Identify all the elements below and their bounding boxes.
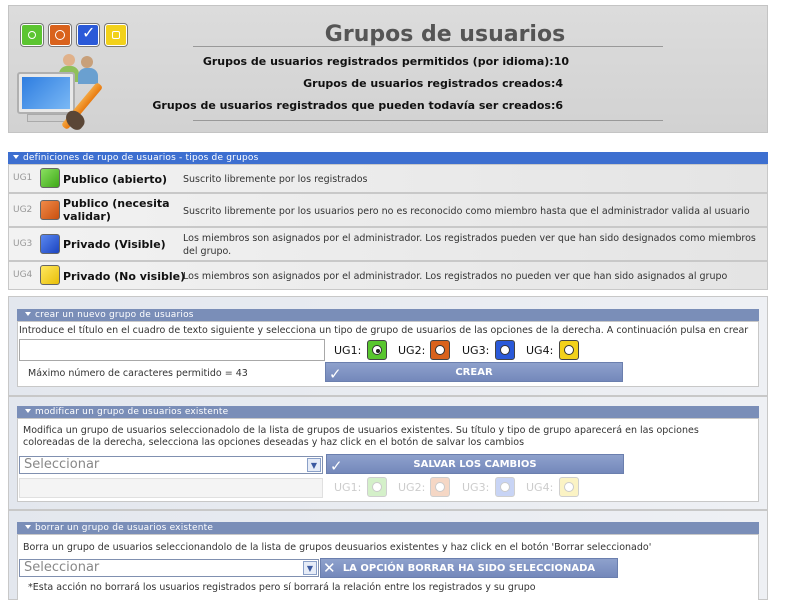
user-groups-logo: ✓: [17, 22, 143, 133]
chevron-down-icon: ▼: [307, 458, 321, 472]
stat-remaining: Grupos de usuarios registrados que puede…: [152, 99, 563, 112]
group-name: Privado (No visible): [63, 270, 186, 283]
ug4-option-label: UG4:: [526, 344, 554, 357]
delete-instructions: Borra un grupo de usuarios seleccionando…: [23, 542, 652, 553]
ug2-option-label: UG2:: [398, 344, 426, 357]
ug4-radio[interactable]: [559, 340, 579, 360]
collapse-triangle-icon: [25, 409, 31, 413]
ug2-radio[interactable]: [430, 477, 450, 497]
ug4-logo-icon: [105, 24, 127, 46]
group-name: Publico (necesita validar): [63, 197, 170, 223]
group-description: Los miembros son asignados por el admini…: [183, 233, 756, 257]
paintbrush-icon: [61, 60, 139, 133]
ug1-option-label: UG1:: [334, 481, 362, 494]
title-divider: [193, 46, 663, 47]
chevron-down-icon: ▼: [303, 561, 317, 575]
group-description: Suscrito libremente por los usuarios per…: [183, 206, 750, 217]
ug3-color-icon: [40, 234, 60, 254]
definitions-section-header[interactable]: definiciones de rupo de usuarios - tipos…: [8, 152, 768, 164]
collapse-triangle-icon: [25, 525, 31, 529]
group-name: Privado (Visible): [63, 238, 166, 251]
ug3-option-label: UG3:: [462, 481, 490, 494]
group-name: Publico (abierto): [63, 173, 168, 186]
group-title-input[interactable]: [19, 339, 325, 361]
modify-section-header[interactable]: modificar un grupo de usuarios existente: [17, 406, 759, 418]
group-definition-row: UG4 Privado (No visible) Los miembros so…: [8, 261, 768, 290]
group-code: UG2: [13, 205, 33, 215]
group-code: UG3: [13, 239, 33, 249]
ug2-option-label: UG2:: [398, 481, 426, 494]
ug4-option-label: UG4:: [526, 481, 554, 494]
modify-form: Modifica un grupo de usuarios selecciona…: [17, 418, 759, 502]
ug1-radio[interactable]: [367, 340, 387, 360]
ug4-color-icon: [40, 265, 60, 285]
save-changes-button[interactable]: ✓ SALVAR LOS CAMBIOS: [326, 454, 624, 475]
ug1-option-label: UG1:: [334, 344, 362, 357]
max-chars-note: Máximo número de caracteres permitido = …: [28, 368, 248, 379]
delete-selected-button[interactable]: ✕ LA OPCIÓN BORRAR HA SIDO SELECCIONADA: [320, 558, 618, 578]
ug2-radio[interactable]: [430, 340, 450, 360]
create-button[interactable]: ✓ CREAR: [325, 362, 623, 383]
group-definition-row: UG3 Privado (Visible) Los miembros son a…: [8, 227, 768, 261]
ug3-radio[interactable]: [495, 477, 515, 497]
delete-form: Borra un grupo de usuarios seleccionando…: [17, 534, 759, 600]
collapse-triangle-icon: [13, 155, 19, 159]
ug3-logo-icon: ✓: [77, 23, 99, 46]
group-code: UG1: [13, 173, 33, 183]
modify-group-select[interactable]: Seleccionar ▼: [19, 456, 323, 474]
ug1-color-icon: [40, 168, 60, 188]
stats-divider: [193, 120, 663, 121]
page-title: Grupos de usuarios: [324, 22, 566, 47]
close-icon: ✕: [323, 559, 336, 577]
ug1-radio[interactable]: [367, 477, 387, 497]
page-header: ✓ Grupos de usuarios Grupos de usuarios …: [8, 5, 768, 133]
create-section-header[interactable]: crear un nuevo grupo de usuarios: [17, 309, 759, 321]
group-description: Suscrito libremente por los registrados: [183, 174, 368, 185]
ug2-logo-icon: [49, 24, 71, 46]
delete-section-header[interactable]: borrar un grupo de usuarios existente: [17, 522, 759, 534]
ug2-color-icon: [40, 200, 60, 220]
group-definition-row: UG2 Publico (necesita validar) Suscrito …: [8, 193, 768, 227]
delete-note: *Esta acción no borrará los usuarios reg…: [28, 582, 536, 593]
group-definition-row: UG1 Publico (abierto) Suscrito librement…: [8, 164, 768, 193]
ug3-radio[interactable]: [495, 340, 515, 360]
collapse-triangle-icon: [25, 312, 31, 316]
modify-instructions: Modifica un grupo de usuarios selecciona…: [23, 425, 699, 448]
ug3-option-label: UG3:: [462, 344, 490, 357]
check-icon: ✓: [329, 365, 342, 383]
modify-title-input[interactable]: [19, 478, 323, 498]
stat-allowed: Grupos de usuarios registrados permitido…: [202, 55, 569, 68]
delete-group-select[interactable]: Seleccionar ▼: [19, 559, 319, 577]
create-instructions: Introduce el título en el cuadro de text…: [19, 325, 749, 336]
group-description: Los miembros son asignados por el admini…: [183, 271, 728, 282]
ug4-radio[interactable]: [559, 477, 579, 497]
check-icon: ✓: [330, 457, 343, 475]
stat-created: Grupos de usuarios registrados creados:4: [303, 77, 563, 90]
group-code: UG4: [13, 270, 33, 280]
ug1-logo-icon: [21, 24, 43, 46]
create-form: Introduce el título en el cuadro de text…: [17, 321, 759, 387]
